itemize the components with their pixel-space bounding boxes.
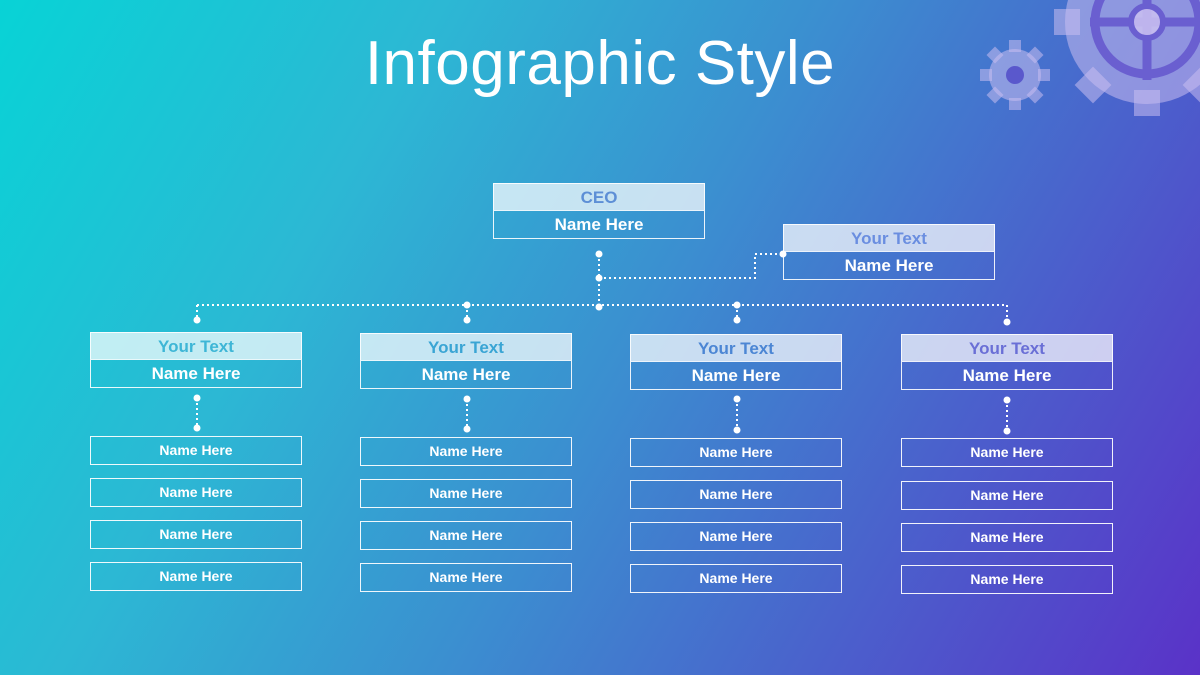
ceo-name: Name Here — [493, 210, 705, 239]
member-box: Name Here — [630, 564, 842, 593]
member-box: Name Here — [360, 563, 572, 592]
member-box: Name Here — [360, 521, 572, 550]
member-box: Name Here — [901, 523, 1113, 552]
member-box: Name Here — [630, 438, 842, 467]
department-name: Name Here — [630, 361, 842, 390]
member-box: Name Here — [90, 520, 302, 549]
member-box: Name Here — [901, 481, 1113, 510]
department-box-3: Your Text Name Here — [630, 334, 842, 390]
department-box-4: Your Text Name Here — [901, 334, 1113, 390]
member-box: Name Here — [360, 479, 572, 508]
department-role: Your Text — [901, 334, 1113, 361]
department-box-2: Your Text Name Here — [360, 333, 572, 389]
assistant-box: Your Text Name Here — [783, 224, 995, 280]
member-box: Name Here — [90, 478, 302, 507]
department-name: Name Here — [90, 359, 302, 388]
department-role: Your Text — [90, 332, 302, 359]
member-box: Name Here — [360, 437, 572, 466]
member-box: Name Here — [630, 522, 842, 551]
member-box: Name Here — [901, 438, 1113, 467]
assistant-name: Name Here — [783, 251, 995, 280]
member-box: Name Here — [90, 562, 302, 591]
department-name: Name Here — [901, 361, 1113, 390]
page-title: Infographic Style — [364, 29, 836, 98]
department-role: Your Text — [360, 333, 572, 360]
member-box: Name Here — [90, 436, 302, 465]
department-box-1: Your Text Name Here — [90, 332, 302, 388]
member-box: Name Here — [901, 565, 1113, 594]
ceo-box: CEO Name Here — [493, 183, 705, 239]
department-name: Name Here — [360, 360, 572, 389]
assistant-role: Your Text — [783, 224, 995, 251]
ceo-role: CEO — [493, 183, 705, 210]
member-box: Name Here — [630, 480, 842, 509]
department-role: Your Text — [630, 334, 842, 361]
